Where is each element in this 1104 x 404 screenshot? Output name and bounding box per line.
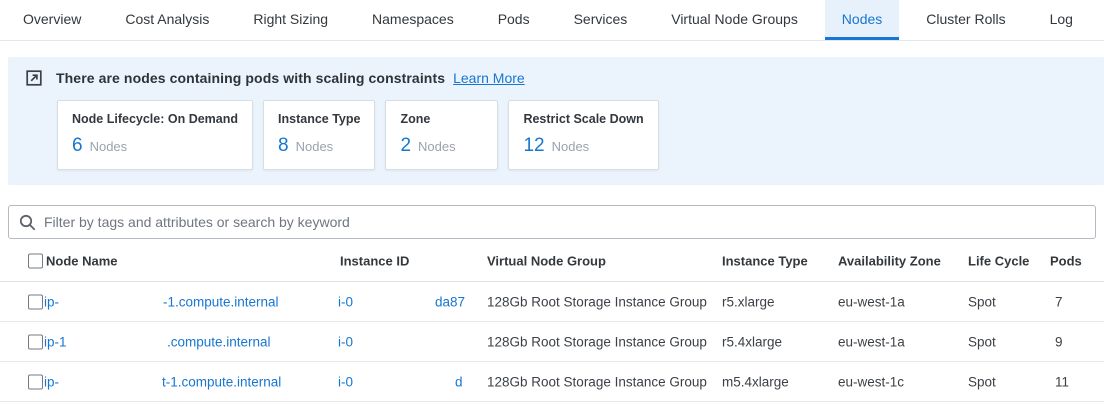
col-availability-zone: Availability Zone: [838, 253, 941, 268]
row-checkbox[interactable]: [28, 294, 43, 309]
tab-namespaces[interactable]: Namespaces: [355, 0, 471, 40]
virtual-node-group-cell: 128Gb Root Storage Instance Group: [487, 374, 707, 389]
card-unit: Nodes: [552, 139, 590, 154]
scaling-constraints-banner: There are nodes containing pods with sca…: [8, 57, 1104, 185]
scale-out-icon: [26, 70, 42, 86]
card-value: 2 Nodes: [400, 135, 483, 157]
pods-cell: 9: [1055, 334, 1063, 349]
card-value: 6 Nodes: [72, 135, 238, 157]
card-title: Zone: [400, 112, 483, 126]
tab-log[interactable]: Log: [1033, 0, 1090, 40]
table-header-row: Node Name Instance ID Virtual Node Group…: [0, 240, 1104, 282]
card-count: 2: [400, 135, 411, 157]
search-icon: [19, 214, 44, 231]
card-restrict-scale-down[interactable]: Restrict Scale Down 12 Nodes: [508, 100, 658, 170]
tab-services[interactable]: Services: [557, 0, 645, 40]
card-title: Instance Type: [278, 112, 360, 126]
life-cycle-cell: Spot: [968, 374, 996, 389]
col-virtual-node-group: Virtual Node Group: [487, 253, 606, 268]
instance-type-cell: r5.4xlarge: [722, 334, 782, 349]
card-value: 8 Nodes: [278, 135, 360, 157]
card-unit: Nodes: [296, 139, 334, 154]
learn-more-link[interactable]: Learn More: [453, 70, 525, 86]
instance-type-cell: r5.xlarge: [722, 294, 775, 309]
card-instance-type[interactable]: Instance Type 8 Nodes: [263, 100, 375, 170]
card-value: 12 Nodes: [523, 135, 643, 157]
instance-id-link[interactable]: da87: [435, 294, 465, 309]
availability-zone-cell: eu-west-1a: [838, 294, 905, 309]
tab-cost-analysis[interactable]: Cost Analysis: [108, 0, 226, 40]
virtual-node-group-cell: 128Gb Root Storage Instance Group: [487, 334, 707, 349]
row-checkbox[interactable]: [28, 374, 43, 389]
life-cycle-cell: Spot: [968, 334, 996, 349]
card-count: 12: [523, 135, 544, 157]
virtual-node-group-cell: 128Gb Root Storage Instance Group: [487, 294, 707, 309]
col-life-cycle: Life Cycle: [968, 253, 1029, 268]
select-all-checkbox[interactable]: [28, 253, 43, 268]
filter-search-box[interactable]: [8, 205, 1096, 239]
node-name-link[interactable]: -1.compute.internal: [163, 294, 279, 309]
tab-virtual-node-groups[interactable]: Virtual Node Groups: [654, 0, 815, 40]
node-name-link[interactable]: .compute.internal: [167, 334, 271, 349]
card-count: 8: [278, 135, 289, 157]
card-zone[interactable]: Zone 2 Nodes: [385, 100, 498, 170]
card-title: Restrict Scale Down: [523, 112, 643, 126]
card-title: Node Lifecycle: On Demand: [72, 112, 238, 126]
table-row: ip- -1.compute.internal i-0 da87 128Gb R…: [0, 282, 1104, 322]
card-node-lifecycle[interactable]: Node Lifecycle: On Demand 6 Nodes: [57, 100, 253, 170]
instance-id-link[interactable]: d: [455, 374, 463, 389]
card-count: 6: [72, 135, 83, 157]
instance-type-cell: m5.4xlarge: [722, 374, 789, 389]
instance-id-link[interactable]: i-0: [338, 374, 353, 389]
table-row: ip-1 .compute.internal i-0 128Gb Root St…: [0, 322, 1104, 362]
instance-id-link[interactable]: i-0: [338, 294, 353, 309]
table-row: ip- t-1.compute.internal i-0 d 128Gb Roo…: [0, 362, 1104, 402]
availability-zone-cell: eu-west-1c: [838, 374, 904, 389]
tab-right-sizing[interactable]: Right Sizing: [236, 0, 345, 40]
life-cycle-cell: Spot: [968, 294, 996, 309]
node-name-link[interactable]: t-1.compute.internal: [162, 374, 281, 389]
banner-message: There are nodes containing pods with sca…: [56, 70, 445, 86]
availability-zone-cell: eu-west-1a: [838, 334, 905, 349]
col-instance-type: Instance Type: [722, 253, 808, 268]
node-name-link[interactable]: ip-: [44, 374, 59, 389]
constraint-cards: Node Lifecycle: On Demand 6 Nodes Instan…: [57, 100, 1104, 170]
instance-id-link[interactable]: i-0: [338, 334, 353, 349]
cluster-nodes-page: Overview Cost Analysis Right Sizing Name…: [0, 0, 1104, 404]
pods-cell: 7: [1055, 294, 1063, 309]
tab-pods[interactable]: Pods: [481, 0, 547, 40]
search-input[interactable]: [44, 214, 1085, 230]
node-name-link[interactable]: ip-1: [44, 334, 67, 349]
row-checkbox[interactable]: [28, 334, 43, 349]
col-node-name: Node Name: [46, 253, 118, 268]
card-unit: Nodes: [90, 139, 128, 154]
tab-nodes[interactable]: Nodes: [825, 0, 899, 40]
tab-cluster-rolls[interactable]: Cluster Rolls: [909, 0, 1022, 40]
tab-bar: Overview Cost Analysis Right Sizing Name…: [0, 0, 1104, 41]
tab-overview[interactable]: Overview: [6, 0, 98, 40]
pods-cell: 11: [1055, 374, 1069, 389]
nodes-table: Node Name Instance ID Virtual Node Group…: [0, 240, 1104, 402]
banner-header: There are nodes containing pods with sca…: [8, 57, 1104, 89]
node-name-link[interactable]: ip-: [44, 294, 59, 309]
col-pods: Pods: [1050, 253, 1082, 268]
col-instance-id: Instance ID: [340, 253, 409, 268]
card-unit: Nodes: [418, 139, 456, 154]
